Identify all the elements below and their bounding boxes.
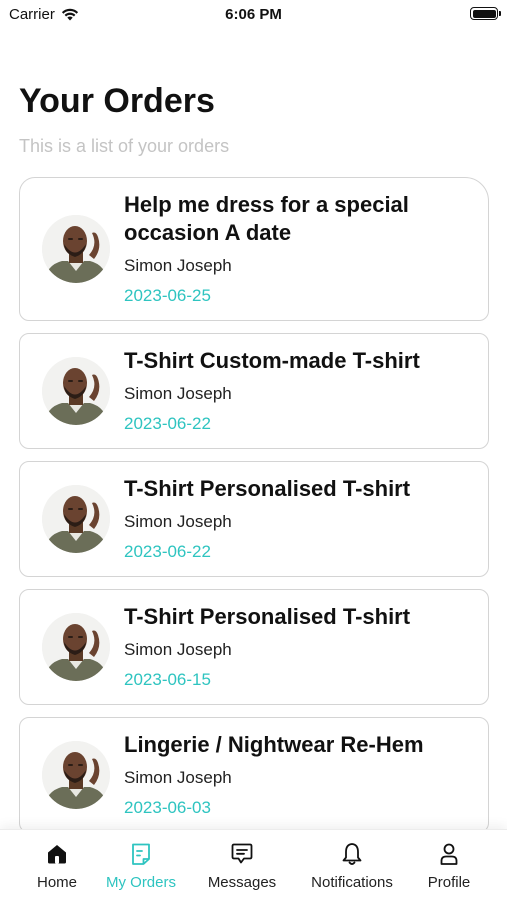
order-info: Lingerie / Nightwear Re-Hem Simon Joseph…	[124, 731, 434, 819]
bottom-tab-bar: Home My Orders Messages Notifications Pr…	[0, 829, 507, 900]
order-title: Lingerie / Nightwear Re-Hem	[124, 732, 424, 757]
order-card[interactable]: T-Shirt Personalised T-shirt Simon Josep…	[19, 461, 489, 577]
person-photo	[42, 485, 110, 553]
person-photo	[42, 357, 110, 425]
order-info: T-Shirt Custom-made T-shirt Simon Joseph…	[124, 347, 430, 435]
order-seller: Simon Joseph	[124, 384, 232, 403]
order-info: Help me dress for a special occasion A d…	[124, 191, 488, 307]
seller-avatar	[42, 215, 110, 283]
seller-avatar	[42, 741, 110, 809]
person-photo	[42, 613, 110, 681]
order-title: T-Shirt Custom-made T-shirt	[124, 348, 420, 373]
orders-screen: Carrier 6:06 PM Your Orders This is a li…	[0, 0, 507, 900]
order-info: T-Shirt Personalised T-shirt Simon Josep…	[124, 603, 420, 691]
tab-label: Profile	[427, 874, 471, 891]
orders-list: Help me dress for a special occasion A d…	[19, 177, 489, 845]
tab-home[interactable]: Home	[34, 830, 80, 900]
person-photo	[42, 741, 110, 809]
tab-label: Messages	[207, 874, 277, 891]
tab-profile[interactable]: Profile	[424, 830, 474, 900]
order-date: 2023-06-22	[124, 542, 211, 561]
order-card[interactable]: T-Shirt Custom-made T-shirt Simon Joseph…	[19, 333, 489, 449]
person-photo	[42, 215, 110, 283]
order-date: 2023-06-22	[124, 414, 211, 433]
order-seller: Simon Joseph	[124, 512, 232, 531]
home-icon	[48, 845, 66, 864]
order-card[interactable]: Lingerie / Nightwear Re-Hem Simon Joseph…	[19, 717, 489, 833]
status-bar: Carrier 6:06 PM	[0, 0, 507, 30]
chat-icon	[231, 843, 253, 864]
tab-messages[interactable]: Messages	[205, 830, 279, 900]
order-card[interactable]: T-Shirt Personalised T-shirt Simon Josep…	[19, 589, 489, 705]
order-date: 2023-06-15	[124, 670, 211, 689]
page-subtitle: This is a list of your orders	[19, 136, 230, 156]
tab-label: Home	[36, 874, 77, 891]
order-title: Help me dress for a special occasion A d…	[124, 192, 409, 245]
orders-icon	[132, 843, 150, 865]
order-card[interactable]: Help me dress for a special occasion A d…	[19, 177, 489, 321]
order-date: 2023-06-03	[124, 798, 211, 817]
tab-label: My Orders	[105, 874, 176, 891]
order-seller: Simon Joseph	[124, 640, 232, 659]
seller-avatar	[42, 485, 110, 553]
tab-notifications[interactable]: Notifications	[305, 830, 399, 900]
order-seller: Simon Joseph	[124, 256, 232, 275]
order-info: T-Shirt Personalised T-shirt Simon Josep…	[124, 475, 420, 563]
tab-label: Notifications	[311, 874, 393, 891]
order-title: T-Shirt Personalised T-shirt	[124, 604, 411, 629]
tab-my-orders[interactable]: My Orders	[104, 830, 178, 900]
bell-icon	[342, 843, 362, 865]
seller-avatar	[42, 357, 110, 425]
person-icon	[440, 843, 458, 865]
status-time: 6:06 PM	[225, 6, 282, 23]
order-seller: Simon Joseph	[124, 768, 232, 787]
page-title: Your Orders	[19, 82, 215, 120]
order-date: 2023-06-25	[124, 286, 211, 305]
battery-icon	[470, 7, 501, 20]
order-title: T-Shirt Personalised T-shirt	[124, 476, 411, 501]
seller-avatar	[42, 613, 110, 681]
